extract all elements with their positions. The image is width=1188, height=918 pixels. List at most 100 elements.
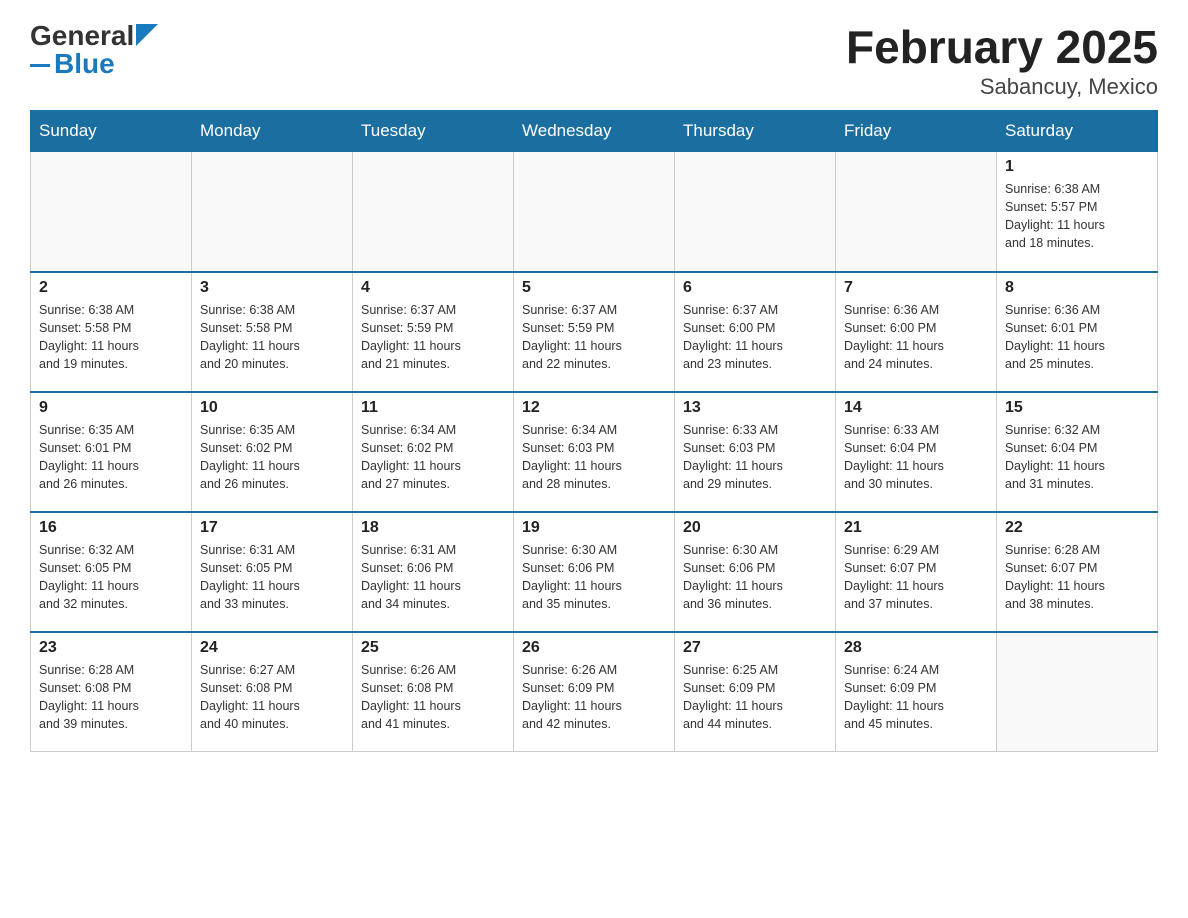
calendar-cell [353,152,514,272]
calendar-cell: 8 Sunrise: 6:36 AM Sunset: 6:01 PM Daylig… [997,272,1158,392]
day-number: 27 [683,639,827,657]
calendar-cell: 15 Sunrise: 6:32 AM Sunset: 6:04 PM Dayli… [997,392,1158,512]
day-info: Sunrise: 6:37 AM Sunset: 5:59 PM Dayligh… [361,301,505,374]
day-info: Sunrise: 6:36 AM Sunset: 6:01 PM Dayligh… [1005,301,1149,374]
day-info: Sunrise: 6:28 AM Sunset: 6:07 PM Dayligh… [1005,541,1149,614]
calendar-cell: 13 Sunrise: 6:33 AM Sunset: 6:03 PM Dayli… [675,392,836,512]
calendar-cell: 19 Sunrise: 6:30 AM Sunset: 6:06 PM Dayli… [514,512,675,632]
day-info: Sunrise: 6:26 AM Sunset: 6:09 PM Dayligh… [522,661,666,734]
logo-triangle-icon [136,24,158,46]
title-section: February 2025 Sabancuy, Mexico [846,20,1158,100]
day-info: Sunrise: 6:25 AM Sunset: 6:09 PM Dayligh… [683,661,827,734]
calendar-cell [514,152,675,272]
day-info: Sunrise: 6:33 AM Sunset: 6:03 PM Dayligh… [683,421,827,494]
day-info: Sunrise: 6:31 AM Sunset: 6:06 PM Dayligh… [361,541,505,614]
day-number: 7 [844,279,988,297]
calendar-cell: 20 Sunrise: 6:30 AM Sunset: 6:06 PM Dayli… [675,512,836,632]
week-row-2: 2 Sunrise: 6:38 AM Sunset: 5:58 PM Daylig… [31,272,1158,392]
day-info: Sunrise: 6:34 AM Sunset: 6:03 PM Dayligh… [522,421,666,494]
calendar-cell: 11 Sunrise: 6:34 AM Sunset: 6:02 PM Dayli… [353,392,514,512]
calendar-cell: 14Sunrise: 6:33 AM Sunset: 6:04 PM Dayli… [836,392,997,512]
day-number: 10 [200,399,344,417]
day-info: Sunrise: 6:30 AM Sunset: 6:06 PM Dayligh… [683,541,827,614]
calendar-cell: 1Sunrise: 6:38 AM Sunset: 5:57 PM Daylig… [997,152,1158,272]
calendar-cell: 28Sunrise: 6:24 AM Sunset: 6:09 PM Dayli… [836,632,997,752]
day-number: 19 [522,519,666,537]
day-number: 28 [844,639,988,657]
calendar-cell: 26 Sunrise: 6:26 AM Sunset: 6:09 PM Dayli… [514,632,675,752]
day-info: Sunrise: 6:26 AM Sunset: 6:08 PM Dayligh… [361,661,505,734]
col-sunday: Sunday [31,111,192,152]
day-number: 26 [522,639,666,657]
calendar-cell: 7 Sunrise: 6:36 AM Sunset: 6:00 PM Daylig… [836,272,997,392]
day-info: Sunrise: 6:35 AM Sunset: 6:01 PM Dayligh… [39,421,183,494]
day-info: Sunrise: 6:38 AM Sunset: 5:57 PM Dayligh… [1005,180,1149,253]
calendar-cell: 9 Sunrise: 6:35 AM Sunset: 6:01 PM Daylig… [31,392,192,512]
day-number: 11 [361,399,505,417]
day-number: 8 [1005,279,1149,297]
day-number: 6 [683,279,827,297]
calendar-table: Sunday Monday Tuesday Wednesday Thursday… [30,110,1158,752]
day-number: 21 [844,519,988,537]
calendar-cell: 2 Sunrise: 6:38 AM Sunset: 5:58 PM Daylig… [31,272,192,392]
day-number: 14 [844,399,988,417]
calendar-header-row: Sunday Monday Tuesday Wednesday Thursday… [31,111,1158,152]
week-row-5: 23Sunrise: 6:28 AM Sunset: 6:08 PM Dayli… [31,632,1158,752]
day-info: Sunrise: 6:34 AM Sunset: 6:02 PM Dayligh… [361,421,505,494]
day-info: Sunrise: 6:38 AM Sunset: 5:58 PM Dayligh… [39,301,183,374]
day-info: Sunrise: 6:37 AM Sunset: 6:00 PM Dayligh… [683,301,827,374]
day-info: Sunrise: 6:36 AM Sunset: 6:00 PM Dayligh… [844,301,988,374]
day-number: 4 [361,279,505,297]
week-row-1: 1Sunrise: 6:38 AM Sunset: 5:57 PM Daylig… [31,152,1158,272]
location-subtitle: Sabancuy, Mexico [846,74,1158,100]
week-row-4: 16 Sunrise: 6:32 AM Sunset: 6:05 PM Dayli… [31,512,1158,632]
calendar-cell: 6 Sunrise: 6:37 AM Sunset: 6:00 PM Daylig… [675,272,836,392]
col-saturday: Saturday [997,111,1158,152]
calendar-cell [836,152,997,272]
day-number: 13 [683,399,827,417]
col-thursday: Thursday [675,111,836,152]
day-number: 16 [39,519,183,537]
day-info: Sunrise: 6:30 AM Sunset: 6:06 PM Dayligh… [522,541,666,614]
calendar-cell: 12 Sunrise: 6:34 AM Sunset: 6:03 PM Dayli… [514,392,675,512]
calendar-cell: 23Sunrise: 6:28 AM Sunset: 6:08 PM Dayli… [31,632,192,752]
calendar-cell [675,152,836,272]
day-info: Sunrise: 6:37 AM Sunset: 5:59 PM Dayligh… [522,301,666,374]
day-info: Sunrise: 6:28 AM Sunset: 6:08 PM Dayligh… [39,661,183,734]
day-number: 20 [683,519,827,537]
calendar-cell: 18 Sunrise: 6:31 AM Sunset: 6:06 PM Dayli… [353,512,514,632]
calendar-cell: 21 Sunrise: 6:29 AM Sunset: 6:07 PM Dayli… [836,512,997,632]
col-wednesday: Wednesday [514,111,675,152]
col-monday: Monday [192,111,353,152]
calendar-cell [997,632,1158,752]
week-row-3: 9 Sunrise: 6:35 AM Sunset: 6:01 PM Daylig… [31,392,1158,512]
day-info: Sunrise: 6:38 AM Sunset: 5:58 PM Dayligh… [200,301,344,374]
day-number: 25 [361,639,505,657]
day-info: Sunrise: 6:31 AM Sunset: 6:05 PM Dayligh… [200,541,344,614]
day-info: Sunrise: 6:32 AM Sunset: 6:04 PM Dayligh… [1005,421,1149,494]
calendar-cell: 17Sunrise: 6:31 AM Sunset: 6:05 PM Dayli… [192,512,353,632]
day-number: 9 [39,399,183,417]
calendar-cell: 24 Sunrise: 6:27 AM Sunset: 6:08 PM Dayli… [192,632,353,752]
page-header: General Blue February 2025 Sabancuy, Mex… [30,20,1158,100]
day-info: Sunrise: 6:35 AM Sunset: 6:02 PM Dayligh… [200,421,344,494]
day-number: 24 [200,639,344,657]
day-number: 3 [200,279,344,297]
calendar-cell: 27 Sunrise: 6:25 AM Sunset: 6:09 PM Dayli… [675,632,836,752]
day-number: 18 [361,519,505,537]
day-number: 15 [1005,399,1149,417]
day-number: 12 [522,399,666,417]
calendar-cell: 3 Sunrise: 6:38 AM Sunset: 5:58 PM Daylig… [192,272,353,392]
day-info: Sunrise: 6:27 AM Sunset: 6:08 PM Dayligh… [200,661,344,734]
calendar-cell: 10 Sunrise: 6:35 AM Sunset: 6:02 PM Dayli… [192,392,353,512]
day-number: 2 [39,279,183,297]
logo-line-accent [30,64,50,67]
logo-blue-text: Blue [54,48,115,80]
day-info: Sunrise: 6:29 AM Sunset: 6:07 PM Dayligh… [844,541,988,614]
calendar-cell: 16 Sunrise: 6:32 AM Sunset: 6:05 PM Dayli… [31,512,192,632]
col-tuesday: Tuesday [353,111,514,152]
day-number: 5 [522,279,666,297]
day-number: 22 [1005,519,1149,537]
calendar-cell: 4 Sunrise: 6:37 AM Sunset: 5:59 PM Daylig… [353,272,514,392]
day-info: Sunrise: 6:32 AM Sunset: 6:05 PM Dayligh… [39,541,183,614]
